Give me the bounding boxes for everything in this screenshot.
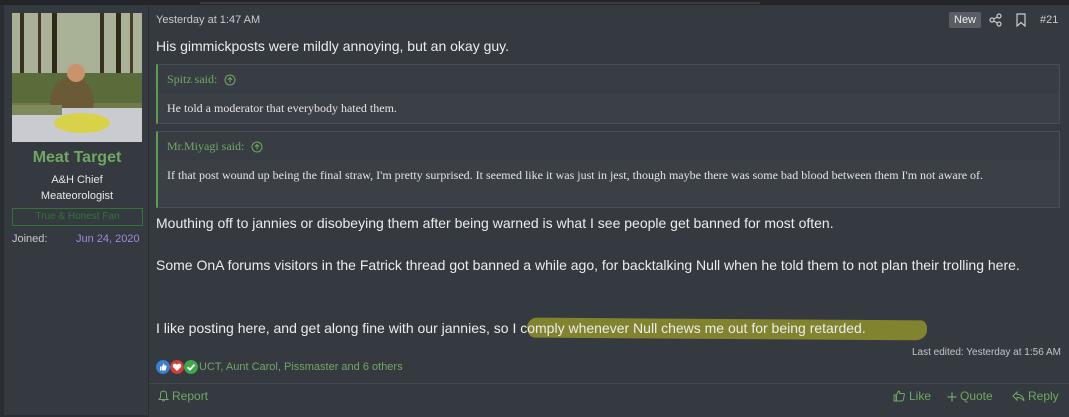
bell-icon — [158, 390, 169, 402]
post-paragraph: I like posting here, and get along fine … — [156, 318, 1056, 339]
footer-divider — [149, 383, 1069, 384]
like-label: Like — [909, 389, 932, 403]
reply-label: Reply — [1028, 389, 1059, 403]
quote-author[interactable]: Mr.Miyagi said: — [167, 139, 244, 153]
thumbs-up-outline-icon — [893, 390, 905, 402]
joined-label: Joined: — [12, 233, 48, 245]
user-banner: True & Honest Fan — [12, 208, 143, 226]
checkmark-icon — [184, 360, 198, 374]
report-label: Report — [172, 389, 209, 403]
new-badge: New — [949, 12, 982, 28]
thumbs-up-icon — [156, 360, 170, 374]
like-button[interactable]: Like — [893, 389, 931, 403]
highlighted-text: I comply whenever Null chews me out for … — [512, 320, 866, 336]
quote-author[interactable]: Spitz said: — [167, 72, 217, 86]
bookmark-icon[interactable] — [1015, 13, 1027, 27]
quote-label: Quote — [960, 389, 993, 403]
username[interactable]: Meat Target — [4, 149, 150, 167]
post-date[interactable]: Yesterday at 1:47 AM — [156, 14, 260, 26]
user-title-line1: A&H Chief — [51, 174, 103, 186]
quote-block: Spitz said: He told a moderator that eve… — [156, 64, 1060, 124]
plus-icon — [947, 392, 957, 402]
paragraph-text: I like posting here, and get along fine … — [156, 320, 513, 336]
arrow-up-circle-icon[interactable] — [224, 74, 236, 86]
post-number[interactable]: #21 — [1040, 14, 1058, 26]
heart-icon — [170, 360, 184, 374]
quote-header[interactable]: Mr.Miyagi said: — [158, 132, 1059, 160]
user-info-panel: Meat Target A&H Chief Meateorologist Tru… — [4, 5, 149, 415]
post-intro-text: His gimmickposts were mildly annoying, b… — [156, 38, 510, 54]
quote-button[interactable]: Quote — [947, 389, 993, 403]
user-title: A&H Chief Meateorologist — [4, 172, 150, 204]
user-avatar[interactable] — [12, 13, 142, 142]
arrow-up-circle-icon[interactable] — [251, 141, 263, 153]
post-paragraph: Mouthing off to jannies or disobeying th… — [156, 215, 834, 231]
quote-header[interactable]: Spitz said: — [158, 65, 1059, 93]
report-button[interactable]: Report — [158, 389, 208, 403]
quote-text: If that post wound up being the final st… — [167, 168, 984, 182]
share-icon[interactable] — [989, 13, 1003, 27]
reply-icon — [1012, 390, 1025, 402]
post-body: Yesterday at 1:47 AM New #21 His gimmick… — [149, 5, 1069, 417]
quote-text: He told a moderator that everybody hated… — [167, 101, 397, 115]
post-paragraph: Some OnA forums visitors in the Fatrick … — [156, 257, 1020, 273]
user-title-line2: Meateorologist — [40, 190, 114, 202]
reply-button[interactable]: Reply — [1012, 389, 1059, 403]
reaction-users[interactable]: UCT, Aunt Carol, Pissmaster and 6 others — [199, 361, 403, 373]
joined-date: Jun 24, 2020 — [76, 233, 140, 245]
last-edited: Last edited: Yesterday at 1:56 AM — [912, 347, 1061, 358]
quote-block: Mr.Miyagi said: If that post wound up be… — [156, 131, 1060, 208]
